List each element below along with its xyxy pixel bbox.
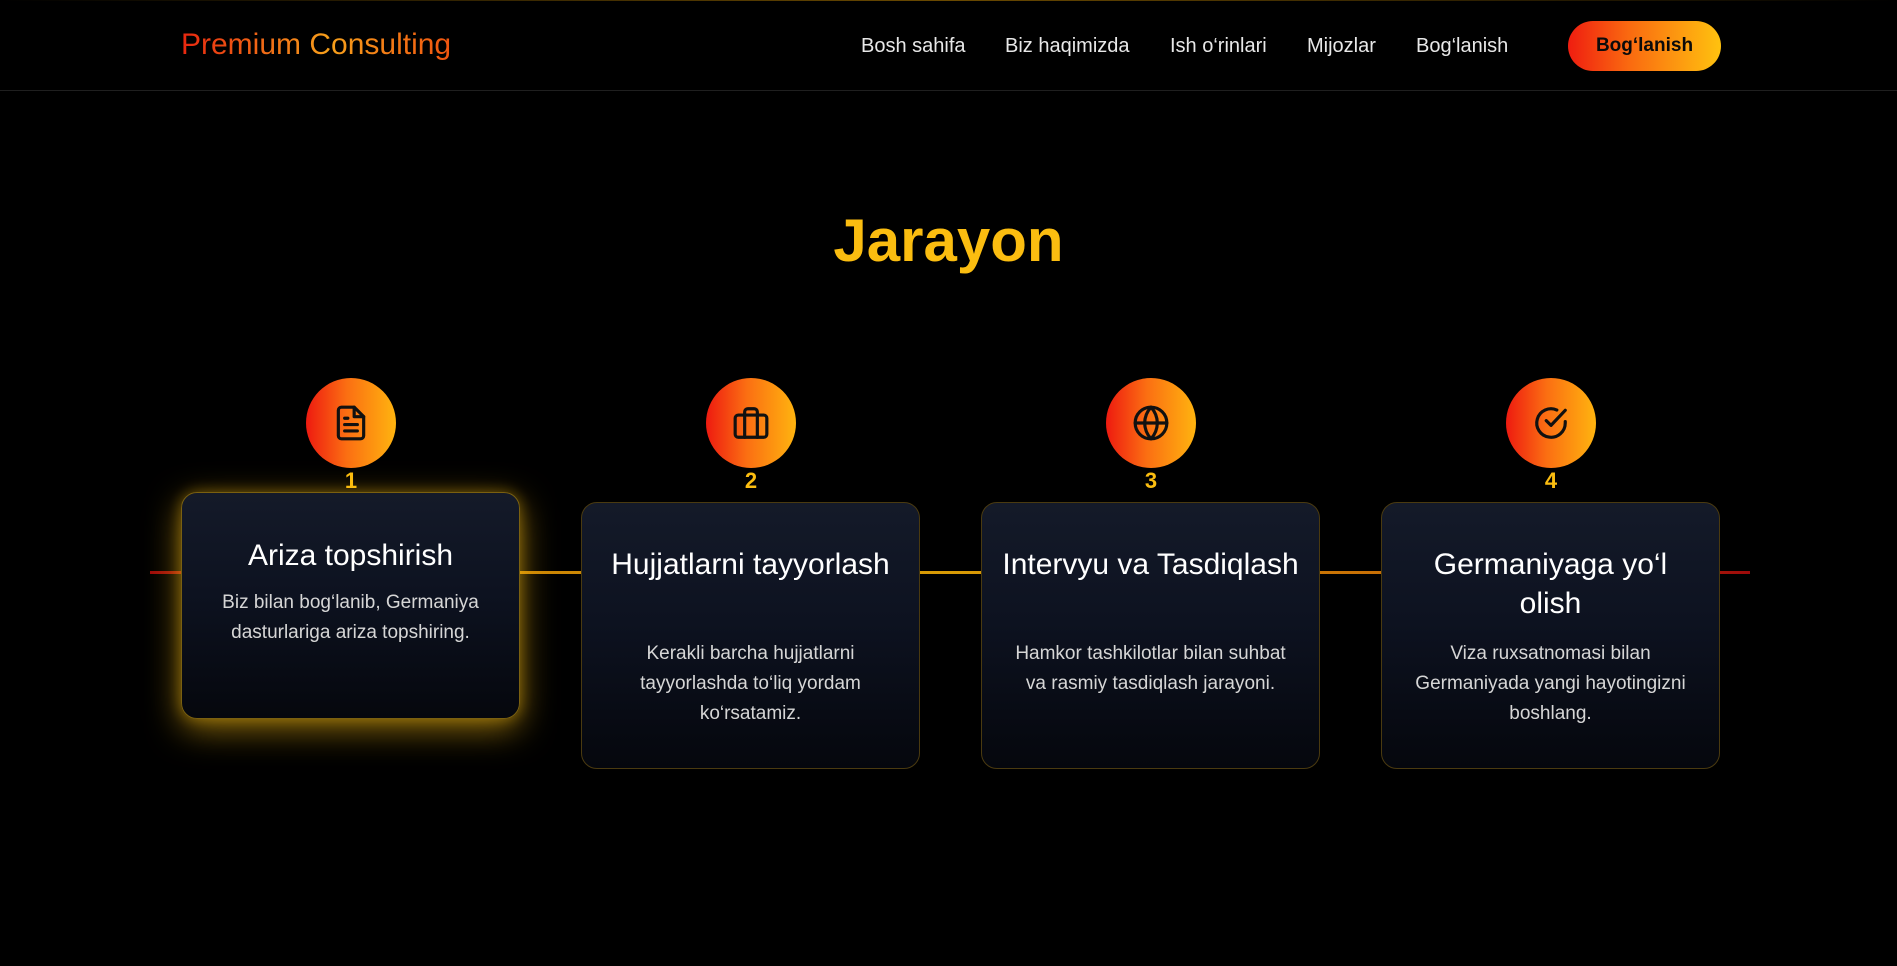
- step-title: Germaniyaga yo‘l olish: [1433, 548, 1668, 620]
- nav-link-home[interactable]: Bosh sahifa: [861, 34, 966, 58]
- site-header: Premium Consulting Bosh sahifa Biz haqim…: [0, 0, 1897, 91]
- step-number: 4: [1544, 468, 1558, 493]
- step-number: 2: [744, 468, 758, 493]
- step-card[interactable]: Germaniyaga yo‘l olish Viza ruxsatnomasi…: [1381, 502, 1720, 769]
- step-description: Viza ruxsatnomasi bilan Germaniyada yang…: [1415, 643, 1686, 724]
- globe-icon: [1106, 378, 1196, 468]
- step-card[interactable]: Ariza topshirish Biz bilan bog‘lanib, Ge…: [181, 492, 520, 719]
- briefcase-icon: [706, 378, 796, 468]
- step-title: Hujjatlarni tayyorlash: [611, 548, 890, 581]
- step-card[interactable]: Intervyu va Tasdiqlash Hamkor tashkilotl…: [981, 502, 1320, 769]
- nav-link-jobs[interactable]: Ish o‘rinlari: [1170, 34, 1267, 58]
- logo[interactable]: Premium Consulting: [181, 27, 451, 63]
- nav-link-about[interactable]: Biz haqimizda: [1005, 34, 1130, 58]
- nav-link-clients[interactable]: Mijozlar: [1307, 34, 1376, 58]
- check-circle-icon: [1506, 378, 1596, 468]
- step-description: Hamkor tashkilotlar bilan suhbat va rasm…: [1015, 643, 1286, 694]
- step-description: Biz bilan bog‘lanib, Germaniya dasturlar…: [222, 592, 479, 643]
- step-description: Kerakli barcha hujjatlarni tayyorlashda …: [640, 643, 861, 724]
- step-number: 1: [344, 468, 358, 493]
- step-number: 3: [1144, 468, 1158, 493]
- step-title: Ariza topshirish: [247, 539, 454, 572]
- contact-cta-button[interactable]: Bog‘lanish: [1568, 21, 1721, 71]
- step-title: Intervyu va Tasdiqlash: [1002, 548, 1299, 581]
- page: Premium Consulting Bosh sahifa Biz haqim…: [0, 0, 1897, 966]
- nav-link-contact[interactable]: Bog‘lanish: [1416, 34, 1508, 58]
- section-title: Jarayon: [833, 207, 1064, 274]
- document-icon: [306, 378, 396, 468]
- step-card[interactable]: Hujjatlarni tayyorlash Kerakli barcha hu…: [581, 502, 920, 769]
